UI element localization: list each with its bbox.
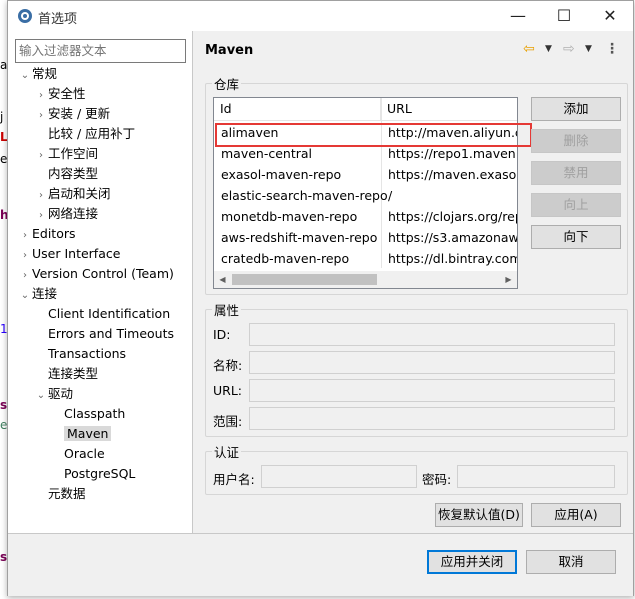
delete-button[interactable]: 删除 (531, 129, 621, 153)
scrollbar-thumb[interactable] (232, 274, 377, 285)
tree-item-metadata[interactable]: 元数据 (34, 484, 86, 504)
tree-item-security[interactable]: › 安全性 (34, 84, 86, 104)
tree-item-version-control[interactable]: › Version Control (Team) (18, 264, 174, 284)
forward-dropdown-icon[interactable]: ▼ (585, 39, 592, 59)
more-options-icon[interactable]: ⋮ (605, 39, 619, 59)
maven-page: Maven ⇦ ▼ ⇨ ▼ ⋮ 仓库 Id URL alimaven http:/… (193, 31, 633, 533)
url-label: URL: (213, 383, 243, 398)
table-row[interactable]: aws-redshift-maven-repo https://s3.amazon… (214, 227, 517, 248)
scroll-right-icon[interactable]: ▶ (500, 271, 517, 288)
back-arrow-icon[interactable]: ⇦ (523, 39, 535, 59)
table-row[interactable]: monetdb-maven-repo https://clojars.org/re… (214, 206, 517, 227)
table-row[interactable]: exasol-maven-repo https://maven.exasol. (214, 164, 517, 185)
tree-item-user-interface[interactable]: › User Interface (18, 244, 120, 264)
url-field (249, 379, 615, 402)
preferences-dialog: 首选项 — ☐ ✕ ⌄常规 ›安全性 ›安装 / 更新 比较 / 应用补丁 ›工… (7, 0, 634, 596)
add-button[interactable]: 添加 (531, 97, 621, 121)
tree-item-drivers[interactable]: ⌄ 驱动 (34, 384, 73, 404)
minimize-button[interactable]: — (495, 1, 541, 31)
close-button[interactable]: ✕ (587, 1, 633, 31)
tree-item-startup-shutdown[interactable]: › 启动和关闭 (34, 184, 111, 204)
eclipse-app-icon (18, 9, 32, 23)
table-row[interactable]: cratedb-maven-repo https://dl.bintray.com… (214, 248, 517, 269)
forward-arrow-icon[interactable]: ⇨ (563, 39, 575, 59)
chevron-right-icon[interactable]: › (18, 266, 32, 286)
password-label: 密码: (422, 472, 452, 487)
tree-item-network[interactable]: › 网络连接 (34, 204, 98, 224)
chevron-right-icon[interactable]: › (34, 86, 48, 106)
chevron-right-icon[interactable]: › (18, 226, 32, 246)
tree-item-connections[interactable]: ⌄ 连接 (18, 284, 57, 304)
chevron-right-icon[interactable]: › (34, 206, 48, 226)
tree-item-maven[interactable]: Maven (50, 424, 112, 444)
window-title: 首选项 (38, 12, 78, 27)
username-field (261, 465, 417, 488)
tree-item-classpath[interactable]: Classpath (50, 404, 125, 424)
move-down-button[interactable]: 向下 (531, 225, 621, 249)
restore-defaults-button[interactable]: 恢复默认值(D) (435, 503, 523, 527)
maximize-button[interactable]: ☐ (541, 1, 587, 31)
tree-item-errors-timeouts[interactable]: Errors and Timeouts (34, 324, 174, 344)
column-header-url[interactable]: URL (381, 98, 517, 120)
tree-item-oracle[interactable]: Oracle (50, 444, 105, 464)
apply-and-close-button[interactable]: 应用并关闭 (427, 550, 517, 574)
move-up-button[interactable]: 向上 (531, 193, 621, 217)
scope-label: 范围: (213, 414, 243, 429)
cancel-button[interactable]: 取消 (526, 550, 616, 574)
tree-item-workspace[interactable]: › 工作空间 (34, 144, 98, 164)
id-field (249, 323, 615, 346)
tree-item-client-identification[interactable]: Client Identification (34, 304, 170, 324)
scope-field (249, 407, 615, 430)
tree-item-compare-patch[interactable]: 比较 / 应用补丁 (34, 124, 135, 144)
chevron-down-icon[interactable]: ⌄ (18, 66, 32, 86)
title-bar: 首选项 — ☐ ✕ (8, 1, 633, 31)
chevron-down-icon[interactable]: ⌄ (34, 386, 48, 406)
apply-button[interactable]: 应用(A) (531, 503, 621, 527)
page-title: Maven (205, 43, 254, 58)
username-label: 用户名: (213, 472, 255, 487)
tree-item-editors[interactable]: › Editors (18, 224, 76, 244)
highlight-box (215, 123, 532, 147)
disable-button[interactable]: 禁用 (531, 161, 621, 185)
chevron-right-icon[interactable]: › (18, 246, 32, 266)
filter-input[interactable] (15, 39, 186, 63)
tree-item-transactions[interactable]: Transactions (34, 344, 126, 364)
tree-item-connection-types[interactable]: 连接类型 (34, 364, 98, 384)
tree-item-content-types[interactable]: 内容类型 (34, 164, 98, 184)
horizontal-scrollbar[interactable]: ◀ ▶ (214, 271, 517, 288)
tree-item-general[interactable]: ⌄ 常规 (18, 64, 57, 84)
chevron-right-icon[interactable]: › (34, 186, 48, 206)
table-header: Id URL (214, 98, 517, 121)
column-header-id[interactable]: Id (214, 98, 381, 120)
name-label: 名称: (213, 358, 243, 373)
scroll-left-icon[interactable]: ◀ (214, 271, 231, 288)
name-field (249, 351, 615, 374)
tree-item-install-update[interactable]: › 安装 / 更新 (34, 104, 110, 124)
tree-item-postgresql[interactable]: PostgreSQL (50, 464, 135, 484)
table-row[interactable]: elastic-search-maven-repo / (214, 185, 517, 206)
dialog-button-bar: 应用并关闭 取消 (8, 533, 633, 596)
preferences-tree-panel: ⌄常规 ›安全性 ›安装 / 更新 比较 / 应用补丁 ›工作空间 内容类型 ›… (8, 31, 193, 533)
back-dropdown-icon[interactable]: ▼ (545, 39, 552, 59)
password-field (457, 465, 615, 488)
chevron-right-icon[interactable]: › (34, 106, 48, 126)
chevron-down-icon[interactable]: ⌄ (18, 286, 32, 306)
id-label: ID: (213, 327, 231, 342)
chevron-right-icon[interactable]: › (34, 146, 48, 166)
